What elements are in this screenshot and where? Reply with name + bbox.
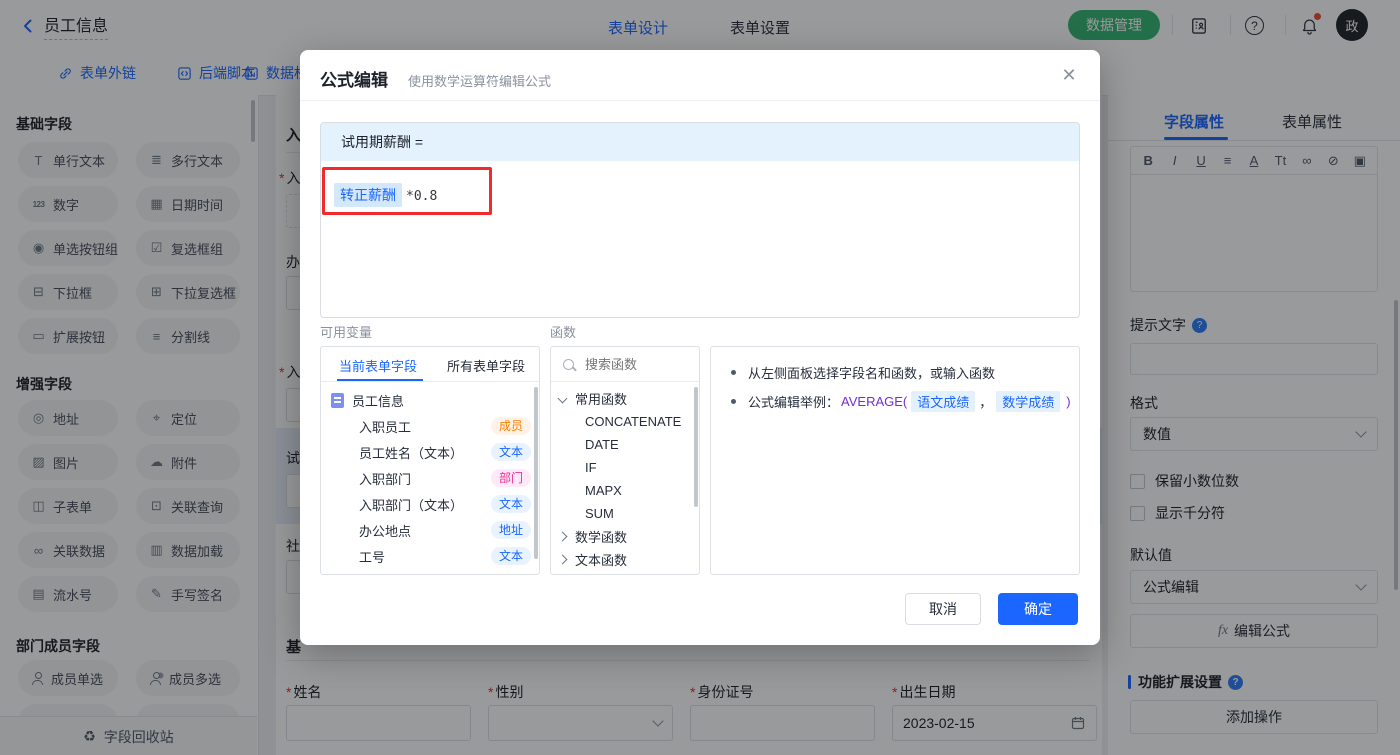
variable-name: 入职员工 <box>359 419 412 435</box>
type-badge: 成员 <box>490 417 531 435</box>
function-name: DATE <box>585 436 619 452</box>
variable-name: 入职部门（文本） <box>359 497 464 513</box>
variables-root-row[interactable]: 员工信息 <box>331 387 527 413</box>
variable-row[interactable]: 办公地点 地址 <box>359 517 531 543</box>
chevron-expanded-icon <box>557 393 568 403</box>
variable-row[interactable]: 工号 文本 <box>359 543 531 569</box>
form-doc-icon <box>331 392 344 408</box>
formula-target-text: 试用期薪酬 = <box>341 134 424 150</box>
type-badge: 部门 <box>490 469 531 487</box>
help-example-token: 数学成绩 <box>996 391 1061 412</box>
functions-scrollbar[interactable] <box>694 387 698 507</box>
variables-tabs: 当前表单字段 所有表单字段 <box>321 347 539 382</box>
function-item[interactable]: MAPX <box>585 479 695 501</box>
cancel-button[interactable]: 取消 <box>905 593 981 625</box>
type-badge: 文本 <box>490 443 531 461</box>
tab-current-form-fields[interactable]: 当前表单字段 <box>339 356 417 375</box>
help-example-close: ) <box>1066 394 1071 409</box>
modal-header-divider <box>300 100 1100 101</box>
help-example-label: 公式编辑举例： <box>748 395 840 410</box>
function-item[interactable]: DATE <box>585 433 695 455</box>
confirm-button[interactable]: 确定 <box>998 593 1078 625</box>
function-item[interactable]: CONCATENATE <box>585 410 695 432</box>
variable-name: 办公地点 <box>359 523 412 539</box>
functions-panel: 常用函数 CONCATENATE DATE IF MAPX SUM 数学函数 文… <box>550 346 700 575</box>
variables-label: 可用变量 <box>320 325 373 340</box>
search-icon <box>563 358 574 370</box>
function-item[interactable]: IF <box>585 456 695 478</box>
function-group-common[interactable]: 常用函数 <box>557 387 693 409</box>
variable-name: 员工姓名（文本） <box>359 445 464 461</box>
variable-name: 工号 <box>359 549 386 565</box>
modal-subtitle: 使用数学运算符编辑公式 <box>408 74 552 89</box>
variables-panel: 当前表单字段 所有表单字段 员工信息 入职员工 成员 员工姓名（文本） 文本 入职部… <box>320 346 540 575</box>
help-example-comma: ， <box>979 395 993 410</box>
formula-editor-modal: 公式编辑 使用数学运算符编辑公式 ✕ 试用期薪酬 = 转正薪酬 *0.8 可用变量… <box>300 50 1100 645</box>
variable-name: 入职部门 <box>359 471 412 487</box>
tab-all-form-fields[interactable]: 所有表单字段 <box>447 356 525 375</box>
help-example-function: AVERAGE( <box>841 394 908 409</box>
annotation-red-box <box>322 167 492 215</box>
function-group-label: 文本函数 <box>575 552 628 568</box>
function-name: IF <box>585 459 597 475</box>
function-name: SUM <box>585 505 614 521</box>
variables-scrollbar[interactable] <box>534 387 538 559</box>
close-icon[interactable]: ✕ <box>1058 64 1080 86</box>
app-root: 员工信息 表单设计 表单设置 数据管理 政 表单外链 后端脚本 数据权 <box>0 0 1400 755</box>
function-search-row <box>551 347 699 382</box>
function-group-text[interactable]: 文本函数 <box>557 548 693 570</box>
function-group-label: 常用函数 <box>575 391 628 407</box>
variable-row[interactable]: 员工姓名（文本） 文本 <box>359 439 531 465</box>
function-search-input[interactable] <box>583 355 677 373</box>
type-badge: 文本 <box>490 547 531 565</box>
variable-row[interactable]: 入职部门 部门 <box>359 465 531 491</box>
variables-root-label: 员工信息 <box>352 393 405 409</box>
help-tip-text: 从左侧面板选择字段名和函数，或输入函数 <box>748 366 996 381</box>
help-tip-1: 从左侧面板选择字段名和函数，或输入函数 <box>731 363 995 382</box>
help-panel: 从左侧面板选择字段名和函数，或输入函数 公式编辑举例： AVERAGE(语文成绩，… <box>710 346 1080 575</box>
help-example-token: 语文成绩 <box>911 391 976 412</box>
functions-label: 函数 <box>550 325 577 340</box>
modal-title: 公式编辑 <box>320 71 388 90</box>
help-tip-2: 公式编辑举例： AVERAGE(语文成绩，数学成绩) <box>731 391 1071 412</box>
type-badge: 文本 <box>490 495 531 513</box>
variable-row[interactable]: 入职部门（文本） 文本 <box>359 491 531 517</box>
variable-row[interactable]: 入职员工 成员 <box>359 413 531 439</box>
function-name: MAPX <box>585 482 622 498</box>
variables-tab-underline <box>337 379 423 381</box>
formula-target: 试用期薪酬 = <box>321 123 1079 161</box>
formula-editor-box: 试用期薪酬 = 转正薪酬 *0.8 <box>320 122 1080 318</box>
chevron-collapsed-icon <box>557 531 568 541</box>
function-group-math[interactable]: 数学函数 <box>557 525 693 547</box>
chevron-collapsed-icon <box>557 554 568 564</box>
function-name: CONCATENATE <box>585 413 682 429</box>
function-item[interactable]: SUM <box>585 502 695 524</box>
type-badge: 地址 <box>490 521 531 539</box>
function-group-label: 数学函数 <box>575 529 628 545</box>
